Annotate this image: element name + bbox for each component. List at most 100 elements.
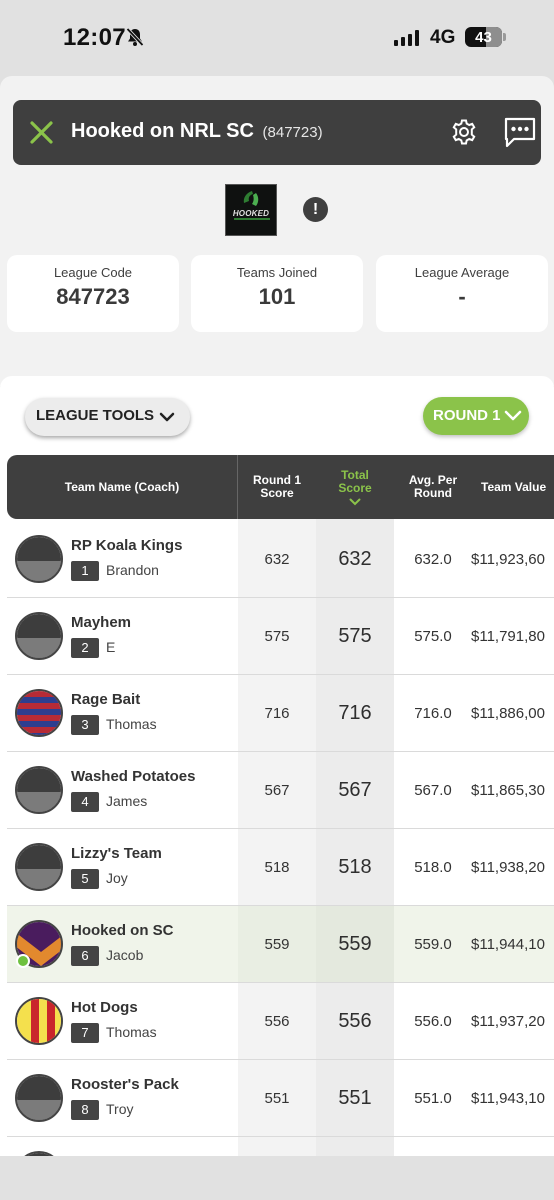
header-total-score-label: Total Score bbox=[338, 467, 372, 495]
bell-muted-icon bbox=[126, 27, 144, 47]
gear-icon[interactable] bbox=[450, 118, 478, 146]
rank-badge: 6 bbox=[71, 946, 99, 966]
round-selector-button[interactable]: ROUND 1 bbox=[423, 397, 529, 435]
stat-label: League Average bbox=[414, 265, 510, 280]
team-value-cell: $11,944,10 bbox=[471, 936, 545, 953]
table-row[interactable]: Lizzy's Team 5 Joy 518 518 518.0 $11,938,20 bbox=[7, 829, 554, 906]
battery-icon: 43 bbox=[465, 27, 502, 47]
avg-per-round-cell: 716.0 bbox=[414, 705, 452, 722]
round-score-cell: 575 bbox=[264, 628, 290, 645]
stat-card-league-average: League Average - bbox=[376, 255, 548, 332]
team-name[interactable]: Rage Bait bbox=[71, 691, 140, 708]
chevron-down-icon bbox=[504, 410, 522, 421]
table-row[interactable]: Rage Bait 3 Thomas 716 716 716.0 $11,886,00 bbox=[7, 675, 554, 752]
team-value-cell: $11,943,10 bbox=[471, 1090, 545, 1107]
round-score-cell: 559 bbox=[264, 936, 290, 953]
total-score-cell: 556 bbox=[338, 1010, 372, 1032]
header-avg-per-round[interactable]: Avg. Per Round bbox=[394, 455, 472, 519]
header-total-score[interactable]: Total Score bbox=[316, 455, 394, 519]
avg-per-round-cell: 518.0 bbox=[414, 859, 452, 876]
team-value-cell: $11,865,30 bbox=[471, 782, 545, 799]
total-score-cell: 716 bbox=[338, 702, 372, 724]
coach-name: Joy bbox=[106, 870, 128, 886]
team-name[interactable]: RP Koala Kings bbox=[71, 537, 182, 554]
clock: 12:07 bbox=[63, 24, 126, 51]
header-team-name[interactable]: Team Name (Coach) bbox=[7, 455, 237, 519]
coach-name: Brandon bbox=[106, 562, 159, 578]
league-logo: HOOKED bbox=[225, 184, 277, 236]
avg-per-round-cell: 556.0 bbox=[414, 1013, 452, 1030]
avg-per-round-cell: 559.0 bbox=[414, 936, 452, 953]
round-score-cell: 556 bbox=[264, 1013, 290, 1030]
network-type: 4G bbox=[430, 27, 456, 48]
round-score-cell: 632 bbox=[264, 551, 290, 568]
league-tools-label: LEAGUE TOOLS bbox=[36, 407, 155, 424]
battery-level: 43 bbox=[475, 29, 492, 46]
coach-name: Jacob bbox=[106, 947, 144, 963]
stat-label: Teams Joined bbox=[236, 265, 318, 280]
team-value-cell: $11,923,60 bbox=[471, 551, 545, 568]
league-tools-button[interactable]: LEAGUE TOOLS bbox=[25, 398, 190, 436]
table-row[interactable]: Washed Potatoes 4 James 567 567 567.0 $11,865,… bbox=[7, 752, 554, 829]
team-avatar bbox=[15, 843, 63, 891]
team-value-cell: $11,791,80 bbox=[471, 628, 545, 645]
alert-icon[interactable]: ! bbox=[303, 197, 328, 222]
team-name[interactable]: Hot Dogs bbox=[71, 999, 138, 1016]
battery-nub bbox=[503, 33, 506, 41]
league-name: Hooked on NRL SC bbox=[71, 120, 254, 142]
coach-name: Troy bbox=[106, 1101, 134, 1117]
rank-badge: 4 bbox=[71, 792, 99, 812]
team-name[interactable]: Mayhem bbox=[71, 614, 131, 631]
round-label: ROUND 1 bbox=[433, 407, 501, 424]
team-name[interactable]: Rooster's Pack bbox=[71, 1076, 179, 1093]
league-title: Hooked on NRL SC (847723) bbox=[71, 120, 323, 143]
coach-name: James bbox=[106, 793, 148, 809]
close-icon[interactable] bbox=[29, 120, 54, 145]
rank-badge: 3 bbox=[71, 715, 99, 735]
coach-name: Thomas bbox=[106, 716, 157, 732]
online-indicator bbox=[16, 954, 30, 968]
team-name[interactable]: Hooked on SC bbox=[71, 922, 174, 939]
stat-label: League Code bbox=[53, 265, 133, 280]
stat-card-league-code: League Code 847723 bbox=[7, 255, 179, 332]
stat-value: - bbox=[458, 284, 466, 309]
team-avatar bbox=[15, 612, 63, 660]
table-row[interactable]: RP Koala Kings 1 Brandon 632 632 632.0 $11,923… bbox=[7, 521, 554, 598]
team-name[interactable]: Lizzy's Team bbox=[71, 845, 162, 862]
table-row[interactable]: Hot Dogs 7 Thomas 556 556 556.0 $11,937,20 bbox=[7, 983, 554, 1060]
round-score-cell: 551 bbox=[264, 1090, 290, 1107]
total-score-cell: 518 bbox=[338, 856, 372, 878]
team-value-cell: $11,938,20 bbox=[471, 859, 545, 876]
team-value-cell: $11,937,20 bbox=[471, 1013, 545, 1030]
ladder-table: Team Name (Coach) Round 1 Score Total Sc… bbox=[7, 455, 554, 1156]
total-score-cell: 567 bbox=[338, 779, 372, 801]
table-row-partial[interactable] bbox=[7, 1137, 554, 1156]
table-row[interactable]: Hooked on SC 6 Jacob 559 559 559.0 $11,944,10 bbox=[7, 906, 554, 983]
team-avatar bbox=[15, 766, 63, 814]
bottom-bezel bbox=[0, 1156, 554, 1200]
team-avatar bbox=[15, 689, 63, 737]
team-name[interactable]: Washed Potatoes bbox=[71, 768, 195, 785]
table-row[interactable]: Rooster's Pack 8 Troy 551 551 551.0 $11,943,10 bbox=[7, 1060, 554, 1137]
avg-per-round-cell: 551.0 bbox=[414, 1090, 452, 1107]
header-team-value[interactable]: Team Value bbox=[472, 455, 554, 519]
team-value-cell: $11,886,00 bbox=[471, 705, 545, 722]
chat-icon[interactable] bbox=[503, 115, 537, 149]
league-logo-text: HOOKED bbox=[232, 209, 270, 218]
avg-per-round-cell: 632.0 bbox=[414, 551, 452, 568]
rank-badge: 5 bbox=[71, 869, 99, 889]
team-avatar bbox=[15, 535, 63, 583]
coach-name: E bbox=[106, 639, 116, 655]
header-round-score[interactable]: Round 1 Score bbox=[238, 455, 316, 519]
table-row[interactable]: Mayhem 2 E 575 575 575.0 $11,791,80 bbox=[7, 598, 554, 675]
total-score-cell: 559 bbox=[338, 933, 372, 955]
round-score-cell: 716 bbox=[264, 705, 290, 722]
signal-icon bbox=[394, 30, 419, 46]
table-header: Team Name (Coach) Round 1 Score Total Sc… bbox=[7, 455, 554, 519]
stat-value: 101 bbox=[258, 284, 296, 309]
avg-per-round-cell: 567.0 bbox=[414, 782, 452, 799]
round-score-cell: 518 bbox=[264, 859, 290, 876]
league-id: (847723) bbox=[262, 124, 323, 141]
coach-name: Thomas bbox=[106, 1024, 157, 1040]
status-bar: 12:07 4G 43 bbox=[0, 0, 554, 76]
